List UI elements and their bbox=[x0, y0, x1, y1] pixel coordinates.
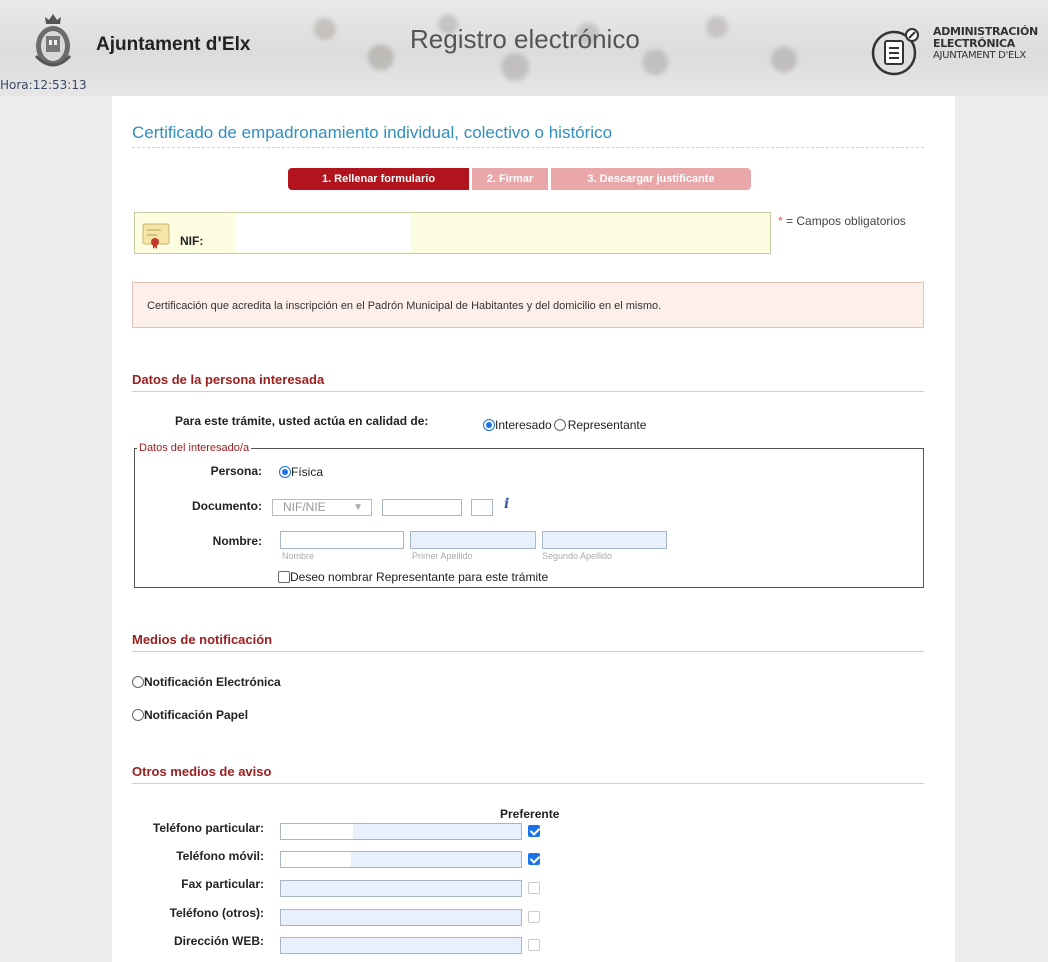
telefono-particular-label: Teléfono particular: bbox=[152, 821, 264, 835]
direccion-web-input[interactable] bbox=[280, 937, 522, 954]
segundo-apellido-input[interactable] bbox=[542, 531, 667, 549]
telefono-otros-preferente[interactable] bbox=[528, 911, 540, 923]
radio-fisica[interactable] bbox=[279, 466, 291, 478]
nombre-input[interactable] bbox=[280, 531, 404, 549]
section-title-notificacion: Medios de notificación bbox=[132, 632, 924, 652]
telefono-otros-input[interactable] bbox=[280, 909, 522, 926]
document-letter-input[interactable] bbox=[471, 499, 493, 516]
preferente-header: Preferente bbox=[500, 807, 560, 821]
capacity-options: Interesado Representante bbox=[483, 418, 646, 432]
nif-label: NIF: bbox=[180, 234, 204, 248]
document-type-select[interactable]: NIF/NIE ▼ bbox=[272, 499, 372, 516]
nombre-label: Nombre: bbox=[212, 534, 262, 548]
notif-papel-row: Notificación Papel bbox=[132, 708, 248, 722]
fax-particular-preferente[interactable] bbox=[528, 882, 540, 894]
telefono-movil-label: Teléfono móvil: bbox=[176, 849, 264, 863]
nif-box: NIF: bbox=[134, 212, 771, 254]
step-progress: 1. Rellenar formulario 2. Firmar 3. Desc… bbox=[288, 168, 751, 190]
required-fields-note: * = Campos obligatorios bbox=[778, 214, 906, 228]
section-title-interesada: Datos de la persona interesada bbox=[132, 372, 924, 392]
primer-apellido-input[interactable] bbox=[410, 531, 536, 549]
document-number-input[interactable] bbox=[382, 499, 462, 516]
admin-electronica-label: ADMINISTRACIÓN ELECTRÓNICA AJUNTAMENT D'… bbox=[933, 25, 1038, 62]
procedure-description: Certificación que acredita la inscripció… bbox=[132, 282, 924, 328]
segundo-apellido-sublabel: Segundo Apellido bbox=[542, 551, 613, 561]
clock: Hora:12:53:13 bbox=[0, 78, 87, 92]
site-title: Registro electrónico bbox=[410, 24, 640, 54]
form-panel: Certificado de empadronamiento individua… bbox=[112, 96, 955, 962]
representante-checkbox-row: Deseo nombrar Representante para este tr… bbox=[278, 570, 548, 584]
persona-option: Física bbox=[279, 465, 323, 479]
nombre-sublabel: Nombre bbox=[282, 551, 315, 561]
city-crest-icon bbox=[34, 14, 72, 67]
fax-particular-input[interactable] bbox=[280, 880, 522, 897]
interesado-legend: Datos del interesado/a bbox=[139, 442, 250, 454]
brand-name: Ajuntament d'Elx bbox=[96, 34, 251, 55]
radio-representante[interactable] bbox=[553, 419, 566, 431]
primer-apellido-sublabel: Primer Apellido bbox=[412, 551, 473, 561]
site-header: Ajuntament d'Elx Hora:12:53:13 Registro … bbox=[0, 0, 1048, 96]
section-title-aviso: Otros medios de aviso bbox=[132, 764, 924, 784]
chevron-down-icon: ▼ bbox=[353, 502, 363, 513]
direccion-web-preferente[interactable] bbox=[528, 939, 540, 951]
documento-label: Documento: bbox=[192, 499, 262, 513]
nif-value-redacted bbox=[235, 214, 411, 252]
page-title: Certificado de empadronamiento individua… bbox=[132, 123, 924, 148]
radio-interesado[interactable] bbox=[483, 419, 495, 431]
persona-label: Persona: bbox=[210, 464, 262, 478]
radio-notif-electronica[interactable] bbox=[132, 676, 144, 688]
id-card-icon bbox=[142, 223, 170, 249]
capacity-label: Para este trámite, usted actúa en calida… bbox=[175, 414, 429, 428]
step-download-receipt: 3. Descargar justificante bbox=[551, 168, 751, 190]
step-sign: 2. Firmar bbox=[472, 168, 548, 190]
telefono-otros-label: Teléfono (otros): bbox=[169, 906, 264, 920]
telefono-movil-input[interactable] bbox=[280, 851, 522, 868]
fax-particular-label: Fax particular: bbox=[181, 877, 264, 891]
step-fill-form: 1. Rellenar formulario bbox=[288, 168, 469, 190]
e-administration-icon bbox=[871, 28, 919, 76]
telefono-movil-preferente[interactable] bbox=[528, 853, 540, 865]
telefono-particular-preferente[interactable] bbox=[528, 825, 540, 837]
representante-checkbox[interactable] bbox=[278, 571, 290, 583]
radio-notif-papel[interactable] bbox=[132, 709, 144, 721]
telefono-particular-input[interactable] bbox=[280, 823, 522, 840]
info-icon[interactable]: i bbox=[504, 496, 509, 512]
notif-electronica-row: Notificación Electrónica bbox=[132, 675, 281, 689]
direccion-web-label: Dirección WEB: bbox=[173, 934, 264, 948]
